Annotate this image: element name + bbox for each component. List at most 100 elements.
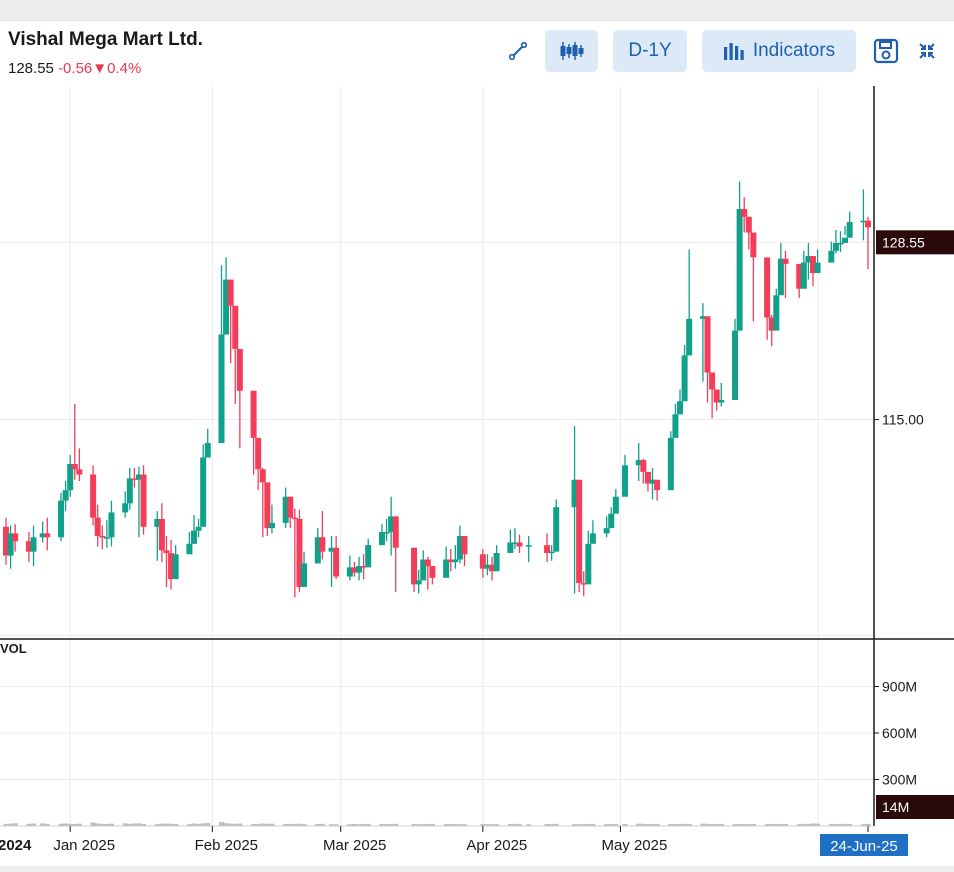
candle-body: [612, 496, 619, 514]
candle-body: [103, 537, 110, 539]
candle-body: [76, 469, 83, 475]
candle-body: [99, 535, 106, 538]
candle-body: [108, 512, 115, 538]
candle-body: [163, 550, 170, 553]
current-date-label: 24-Jun-25: [830, 838, 898, 855]
volume-label: VOL: [0, 641, 27, 656]
candle-body: [814, 262, 821, 274]
candle-body: [250, 390, 257, 438]
candle-body: [429, 566, 436, 578]
candle-body: [608, 513, 615, 529]
volume-bar: [90, 822, 96, 826]
time-tick-label: 2024: [0, 837, 32, 854]
candle-body: [58, 500, 65, 538]
candle-body: [424, 559, 431, 567]
candle-body: [172, 554, 179, 580]
candle-body: [461, 535, 468, 555]
candle-body: [589, 533, 596, 544]
candle-body: [837, 242, 844, 245]
candle-body: [704, 316, 711, 373]
time-tick-label: Mar 2025: [323, 837, 386, 854]
candle-body: [773, 295, 780, 331]
candle-body: [525, 545, 532, 547]
candle-body: [677, 401, 684, 415]
candle-body: [741, 208, 748, 217]
candle-body: [236, 348, 243, 391]
candle-body: [842, 237, 849, 243]
time-tick-label: Jan 2025: [53, 837, 115, 854]
candle-body: [507, 542, 514, 553]
candle-body: [411, 547, 418, 585]
volume-tick-label: 600M: [882, 725, 917, 741]
candle-body: [654, 479, 661, 491]
candle-body: [777, 258, 784, 296]
candle-body: [44, 533, 51, 538]
candle-body: [548, 551, 555, 554]
candle-body: [667, 437, 674, 491]
candle-body: [126, 478, 133, 504]
candle-body: [195, 526, 202, 531]
candle-body: [319, 537, 326, 552]
candle-body: [640, 460, 647, 472]
candle-body: [186, 543, 193, 555]
candle-body: [516, 542, 523, 547]
candle-body: [12, 533, 19, 542]
candle-body: [333, 547, 340, 577]
candle-body: [585, 543, 592, 585]
candle-body: [122, 503, 129, 513]
candle-body: [30, 537, 37, 552]
price-tick-label: 115.00: [882, 412, 924, 428]
candle-body: [846, 222, 853, 238]
volume-tick-label: 900M: [882, 679, 917, 695]
price-chart[interactable]: 115.00 128.55 VOL 300M 600M 900M 14M 2024 Jan 20…: [0, 0, 954, 872]
candle-body: [764, 257, 771, 318]
bottom-band: [0, 866, 954, 872]
candle-body: [782, 258, 789, 264]
candle-body: [255, 437, 262, 470]
candle-body: [452, 559, 459, 563]
candle-body: [365, 545, 372, 568]
volume-tick-label: 300M: [882, 772, 917, 788]
candle-body: [268, 522, 275, 529]
candle-body: [621, 465, 628, 497]
candle-body: [301, 563, 308, 587]
candle-body: [828, 250, 835, 263]
candle-body: [493, 552, 500, 572]
time-tick-label: May 2025: [601, 837, 667, 854]
candle-body: [287, 496, 294, 518]
candle-body: [745, 216, 752, 233]
candle-body: [158, 518, 165, 551]
candle-body: [383, 532, 390, 534]
candle-body: [392, 516, 399, 548]
candle-body: [750, 232, 757, 258]
candle-body: [686, 318, 693, 356]
candle-body: [603, 528, 610, 534]
candle-body: [259, 469, 266, 483]
candle-body: [681, 355, 688, 402]
candle-body: [94, 517, 101, 536]
volume-bar: [219, 822, 224, 826]
last-price-tag-label: 128.55: [882, 234, 925, 250]
candle-body: [291, 517, 298, 520]
candle-body: [204, 443, 211, 458]
candle-body: [553, 507, 560, 552]
candle-body: [140, 474, 147, 527]
candle-body: [443, 559, 450, 578]
candle-body: [732, 330, 739, 400]
candle-body: [62, 490, 69, 501]
candle-body: [576, 479, 583, 584]
candle-body: [200, 457, 207, 527]
candle-body: [718, 399, 725, 403]
candle-body: [709, 372, 716, 390]
candle-body: [227, 279, 234, 306]
candle-body: [90, 474, 97, 518]
candle-body: [218, 334, 225, 444]
time-tick-label: Apr 2025: [466, 837, 527, 854]
candle-body: [190, 530, 197, 544]
candle-body: [378, 532, 385, 546]
candle-body: [672, 414, 679, 438]
last-volume-tag-label: 14M: [882, 799, 909, 815]
candle-body: [264, 482, 271, 529]
candle-body: [865, 220, 871, 228]
candle-body: [736, 208, 743, 331]
